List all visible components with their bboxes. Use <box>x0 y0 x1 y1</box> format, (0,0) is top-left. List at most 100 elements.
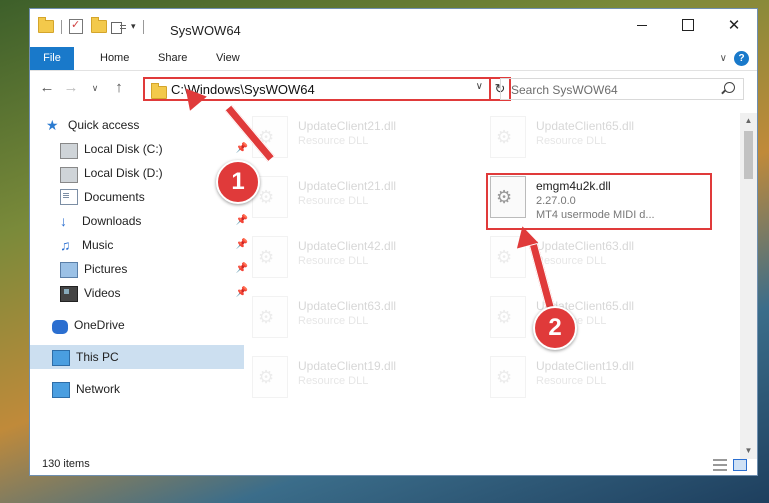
dll-file-icon <box>252 236 288 278</box>
sidebar-item-label: Quick access <box>68 118 140 132</box>
explorer-window: ▾ SysWOW64 ✕ File Home Share View ∨ ? ← … <box>29 8 758 476</box>
help-button[interactable]: ? <box>734 51 749 66</box>
sidebar-item-label: OneDrive <box>74 318 125 332</box>
dll-file-icon <box>490 356 526 398</box>
window-title: SysWOW64 <box>170 23 241 38</box>
list-item[interactable]: UpdateClient42.dll Resource DLL <box>230 233 450 283</box>
sidebar-item-label: Videos <box>84 286 121 300</box>
file-name: UpdateClient65.dll <box>536 119 635 133</box>
disk-icon <box>60 143 78 159</box>
folder-icon <box>38 17 54 33</box>
pictures-icon <box>60 262 78 278</box>
list-item[interactable]: UpdateClient19.dll Resource DLL <box>230 353 450 403</box>
recent-locations-dropdown[interactable]: ∨ <box>86 79 104 97</box>
scrollbar-thumb[interactable] <box>744 131 753 179</box>
file-highlight-box <box>486 173 712 230</box>
dll-file-icon <box>490 116 526 158</box>
navigation-bar: ← → ∨ ↑ C:\Windows\SysWOW64 ∨ ↻ Search S… <box>30 75 757 105</box>
file-name: UpdateClient19.dll <box>298 359 397 373</box>
file-name: UpdateClient19.dll <box>536 359 635 373</box>
quick-access-toolbar: ▾ <box>38 17 147 34</box>
sidebar-item-label: Music <box>82 238 114 252</box>
search-icon[interactable] <box>724 82 735 93</box>
file-type: Resource DLL <box>298 375 369 387</box>
divider <box>61 19 62 34</box>
file-name: UpdateClient63.dll <box>298 299 397 313</box>
rename-icon[interactable] <box>111 21 127 34</box>
navigation-pane: ★ Quick access Local Disk (C:) 📌 Local D… <box>30 113 248 453</box>
dll-file-icon <box>490 296 526 338</box>
close-button[interactable]: ✕ <box>711 9 757 41</box>
step-2-badge: 2 <box>533 306 577 350</box>
tab-share[interactable]: Share <box>146 47 199 70</box>
properties-icon[interactable] <box>69 18 83 34</box>
back-button[interactable]: ← <box>38 79 56 97</box>
sidebar-item-this-pc[interactable]: This PC <box>30 345 244 369</box>
up-button[interactable]: ↑ <box>110 79 128 97</box>
divider <box>142 19 144 34</box>
sidebar-item-label: This PC <box>76 350 119 364</box>
file-name: UpdateClient21.dll <box>298 119 397 133</box>
ribbon-tabs: File Home Share View ∨ ? <box>30 47 757 71</box>
title-bar: ▾ SysWOW64 ✕ <box>30 9 757 47</box>
window-controls: ✕ <box>619 9 757 41</box>
dll-file-icon <box>252 296 288 338</box>
vertical-scrollbar[interactable]: ▲ ▼ <box>740 113 757 459</box>
tab-home[interactable]: Home <box>88 47 141 70</box>
downloads-icon: ↓ <box>60 213 67 229</box>
file-name: UpdateClient21.dll <box>298 179 397 193</box>
minimize-button[interactable] <box>619 9 665 41</box>
sidebar-item-label: Pictures <box>84 262 128 276</box>
sidebar-item-downloads[interactable]: ↓ Downloads 📌 <box>30 209 252 233</box>
music-icon: ♫ <box>60 237 71 253</box>
folder-icon <box>151 83 167 99</box>
network-icon <box>52 381 70 398</box>
scroll-up-icon[interactable]: ▲ <box>740 113 757 129</box>
new-folder-icon[interactable] <box>91 17 107 33</box>
sidebar-item-label: Downloads <box>82 214 142 228</box>
sidebar-item-pictures[interactable]: Pictures 📌 <box>30 257 252 281</box>
sidebar-item-videos[interactable]: Videos 📌 <box>30 281 252 305</box>
search-box[interactable]: Search SysWOW64 <box>500 78 744 100</box>
disk-icon <box>60 167 78 183</box>
onedrive-icon <box>52 320 68 334</box>
tab-file[interactable]: File <box>30 47 74 70</box>
file-type: Resource DLL <box>536 135 607 147</box>
tab-view[interactable]: View <box>204 47 252 70</box>
list-item[interactable]: UpdateClient65.dll Resource DLL <box>468 293 688 343</box>
status-bar: 130 items <box>30 455 757 475</box>
documents-icon <box>60 189 78 205</box>
dll-file-icon <box>252 356 288 398</box>
list-item[interactable]: UpdateClient19.dll Resource DLL <box>468 353 688 403</box>
maximize-button[interactable] <box>665 9 711 41</box>
file-type: Resource DLL <box>536 375 607 387</box>
file-name: UpdateClient63.dll <box>536 239 635 253</box>
sidebar-item-label: Network <box>76 382 121 396</box>
sidebar-item-quick-access[interactable]: ★ Quick access <box>30 113 238 137</box>
file-name: UpdateClient42.dll <box>298 239 397 253</box>
file-type: Resource DLL <box>298 255 369 267</box>
sidebar-item-onedrive[interactable]: OneDrive <box>30 313 244 337</box>
details-view-icon[interactable] <box>713 459 727 471</box>
sidebar-item-network[interactable]: Network <box>30 377 244 401</box>
star-icon: ★ <box>46 117 59 133</box>
videos-icon <box>60 286 78 302</box>
file-list: UpdateClient21.dll Resource DLL UpdateCl… <box>230 113 740 453</box>
maximize-icon <box>682 19 694 31</box>
customize-toolbar-dropdown[interactable]: ▾ <box>131 21 136 32</box>
list-item[interactable]: UpdateClient21.dll Resource DLL <box>230 173 450 223</box>
list-item[interactable]: UpdateClient63.dll Resource DLL <box>230 293 450 343</box>
minimize-icon <box>637 24 647 26</box>
list-item[interactable]: UpdateClient63.dll Resource DLL <box>468 233 688 283</box>
forward-button[interactable]: → <box>62 79 80 97</box>
sidebar-item-local-disk-c[interactable]: Local Disk (C:) 📌 <box>30 137 252 161</box>
sidebar-item-label: Local Disk (D:) <box>84 166 163 180</box>
sidebar-item-music[interactable]: ♫ Music 📌 <box>30 233 252 257</box>
large-icons-view-icon[interactable] <box>733 459 747 471</box>
file-type: Resource DLL <box>536 255 607 267</box>
address-dropdown[interactable]: ∨ <box>476 81 483 92</box>
expand-ribbon-icon[interactable]: ∨ <box>720 53 727 64</box>
sidebar-item-label: Local Disk (C:) <box>84 142 163 156</box>
search-input[interactable]: Search SysWOW64 <box>511 83 618 97</box>
list-item[interactable]: UpdateClient65.dll Resource DLL <box>468 113 688 163</box>
